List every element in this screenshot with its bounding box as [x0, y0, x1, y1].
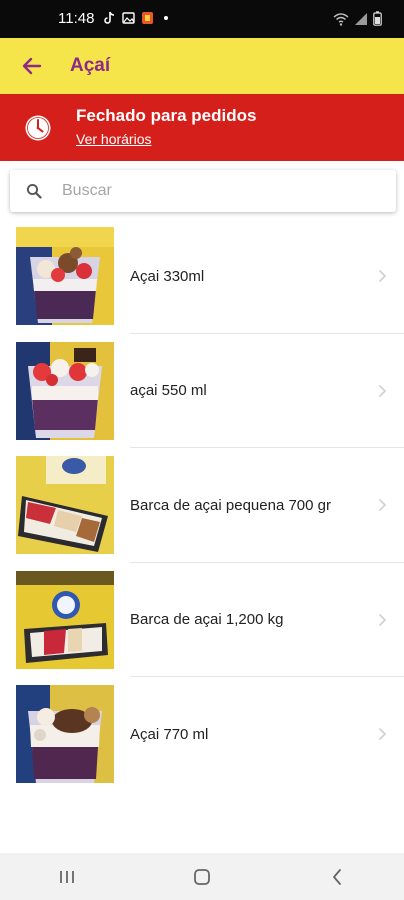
more-notifications-dot	[164, 16, 168, 20]
product-image	[16, 570, 114, 669]
recents-button[interactable]	[47, 857, 87, 897]
product-item[interactable]: Barca de açai 1,200 kg	[0, 563, 404, 677]
status-system-icons	[333, 11, 382, 26]
closed-banner-title: Fechado para pedidos	[76, 106, 257, 125]
page-title: Açaí	[70, 55, 111, 76]
view-hours-link[interactable]: Ver horários	[76, 131, 151, 147]
product-item[interactable]: Barca de açai pequena 700 gr	[0, 448, 404, 563]
back-button[interactable]	[12, 46, 52, 86]
status-bar: 11:48	[0, 0, 404, 38]
product-image	[16, 456, 114, 555]
search-box[interactable]	[10, 170, 396, 212]
status-time: 11:48	[58, 10, 95, 27]
search-icon	[26, 183, 42, 199]
system-back-button[interactable]	[317, 857, 357, 897]
product-name: Açai 330ml	[130, 267, 205, 285]
chevron-right-icon	[379, 613, 386, 626]
home-button[interactable]	[182, 857, 222, 897]
product-name: Barca de açai 1,200 kg	[130, 611, 284, 629]
product-name: açai 550 ml	[130, 382, 207, 400]
signal-icon	[355, 12, 367, 25]
product-item[interactable]: açai 550 ml	[0, 334, 404, 448]
wifi-icon	[333, 12, 349, 26]
closed-banner: Fechado para pedidos Ver horários	[0, 94, 404, 161]
battery-icon	[373, 11, 382, 26]
system-nav-bar	[0, 853, 404, 900]
product-list: Açai 330ml açai 550 ml Barca de açai peq…	[0, 219, 404, 792]
status-notification-icons	[103, 11, 168, 25]
product-image	[16, 685, 114, 784]
app-notification-icon	[142, 12, 153, 24]
product-image	[16, 341, 114, 440]
gallery-icon	[122, 12, 135, 24]
back-chevron-icon	[332, 868, 341, 885]
recents-icon	[60, 870, 75, 883]
clock-icon	[24, 114, 52, 142]
home-icon	[194, 868, 210, 885]
product-item[interactable]: Açai 330ml	[0, 219, 404, 334]
app-bar: Açaí	[0, 38, 404, 94]
tiktok-icon	[104, 11, 115, 24]
product-item[interactable]: Açai 770 ml	[0, 677, 404, 792]
product-name: Barca de açai pequena 700 gr	[130, 496, 331, 514]
arrow-left-icon	[22, 57, 42, 75]
chevron-right-icon	[379, 728, 386, 741]
chevron-right-icon	[379, 384, 386, 397]
product-image	[16, 227, 114, 326]
product-name: Açai 770 ml	[130, 725, 209, 743]
chevron-right-icon	[379, 499, 386, 512]
search-input[interactable]	[62, 182, 362, 200]
chevron-right-icon	[379, 270, 386, 283]
